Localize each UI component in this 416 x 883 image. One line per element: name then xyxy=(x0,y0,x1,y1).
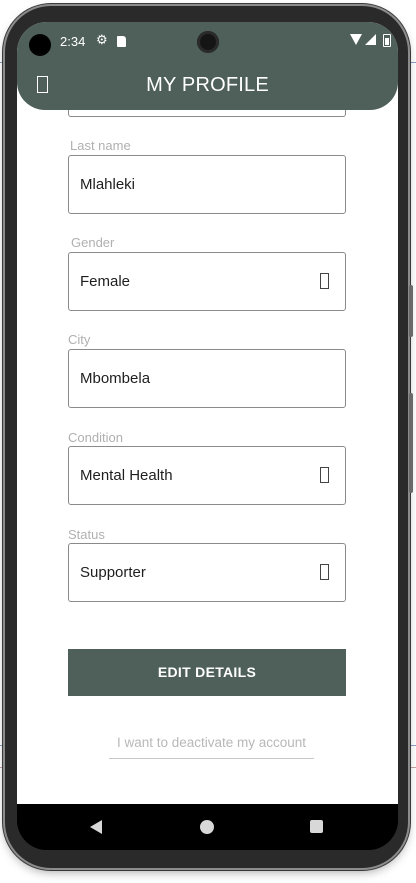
condition-select[interactable]: Mental Health xyxy=(68,446,346,505)
front-camera xyxy=(197,31,219,53)
phone-volume-button xyxy=(409,393,413,493)
field-label-condition: Condition xyxy=(68,430,123,445)
field-label-city: City xyxy=(68,332,91,347)
condition-value: Mental Health xyxy=(80,467,173,484)
edit-details-button[interactable]: EDIT DETAILS xyxy=(68,649,346,696)
page-title: MY PROFILE xyxy=(146,74,269,96)
field-label-gender: Gender xyxy=(71,235,115,250)
signal-icon xyxy=(365,34,376,45)
status-select[interactable]: Supporter xyxy=(68,543,346,602)
gear-icon: ⚙ xyxy=(96,32,108,47)
gender-value: Female xyxy=(80,273,131,290)
last-name-field[interactable]: Mlahleki xyxy=(68,155,346,214)
system-nav-bar xyxy=(17,804,398,850)
battery-icon xyxy=(383,34,391,47)
nav-home-icon[interactable] xyxy=(200,820,214,834)
app-content: Last name Mlahleki Gender Female City Mb… xyxy=(17,22,398,804)
field-label-status: Status xyxy=(68,527,105,542)
gender-select[interactable]: Female xyxy=(68,252,346,311)
dropdown-icon xyxy=(320,564,329,580)
nav-back-icon[interactable] xyxy=(90,820,102,834)
city-field[interactable]: Mbombela xyxy=(68,349,346,408)
phone-screen: Last name Mlahleki Gender Female City Mb… xyxy=(17,22,398,850)
app-header: 2:34 ⚙ MY PROFILE xyxy=(17,22,398,110)
last-name-value: Mlahleki xyxy=(80,176,136,193)
status-dot-icon xyxy=(29,34,51,56)
dropdown-icon xyxy=(320,467,329,483)
field-label-last-name: Last name xyxy=(70,138,131,153)
sd-card-icon xyxy=(117,36,126,47)
deactivate-account-link[interactable]: I want to deactivate my account xyxy=(109,735,314,759)
city-value: Mbombela xyxy=(80,370,151,387)
dropdown-icon xyxy=(320,273,329,289)
status-bar: 2:34 ⚙ xyxy=(17,22,398,60)
nav-recents-icon[interactable] xyxy=(310,820,323,833)
wifi-icon xyxy=(350,34,362,45)
phone-power-button xyxy=(409,285,413,337)
status-time: 2:34 xyxy=(60,34,86,49)
status-value: Supporter xyxy=(80,564,146,581)
